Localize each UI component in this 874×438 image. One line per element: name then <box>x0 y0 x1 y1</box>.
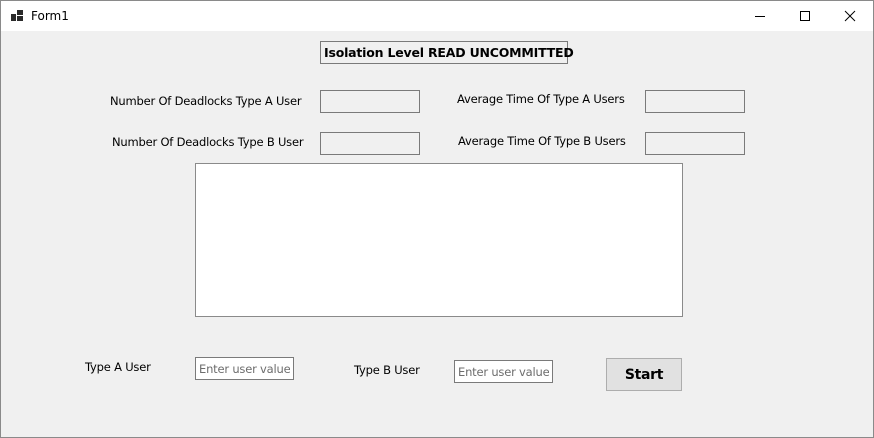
output-log-textbox[interactable] <box>195 163 683 317</box>
deadlocks-type-a-field[interactable] <box>320 90 420 113</box>
avg-time-type-a-label: Average Time Of Type A Users <box>457 92 625 106</box>
start-button[interactable]: Start <box>606 358 682 391</box>
close-icon <box>844 10 856 22</box>
maximize-icon <box>800 11 810 21</box>
avg-time-type-b-label: Average Time Of Type B Users <box>458 134 626 148</box>
deadlocks-type-a-label: Number Of Deadlocks Type A User <box>110 94 302 108</box>
avg-time-type-a-field[interactable] <box>645 90 745 113</box>
form-window: Form1 Isolation Level READ UNCOMMITTED N… <box>0 0 874 438</box>
type-b-user-label: Type B User <box>354 363 420 377</box>
window-title: Form1 <box>31 9 69 23</box>
type-b-user-input[interactable] <box>454 360 553 383</box>
type-a-user-input[interactable] <box>195 357 294 380</box>
title-bar[interactable]: Form1 <box>1 1 873 31</box>
minimize-icon <box>755 16 765 17</box>
form-client-area: Isolation Level READ UNCOMMITTED Number … <box>1 31 873 437</box>
deadlocks-type-b-label: Number Of Deadlocks Type B User <box>112 135 304 149</box>
close-button[interactable] <box>827 1 873 31</box>
deadlocks-type-b-field[interactable] <box>320 132 420 155</box>
type-a-user-label: Type A User <box>85 360 151 374</box>
isolation-level-label: Isolation Level READ UNCOMMITTED <box>320 41 574 64</box>
maximize-button[interactable] <box>782 1 828 31</box>
minimize-button[interactable] <box>737 1 783 31</box>
avg-time-type-b-field[interactable] <box>645 132 745 155</box>
windows-form-icon <box>11 10 23 21</box>
